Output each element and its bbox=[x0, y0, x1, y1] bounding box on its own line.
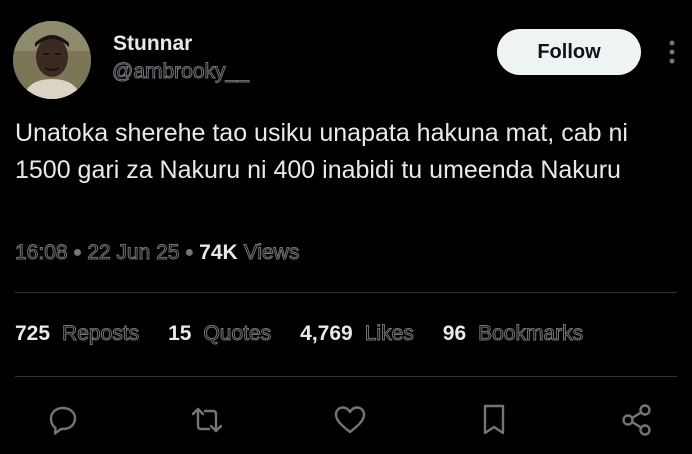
tweet-text: Unatoka sherehe tao usiku unapata hakuna… bbox=[15, 119, 628, 184]
repost-icon[interactable] bbox=[189, 402, 225, 438]
author-display-name[interactable]: Stunnar bbox=[113, 32, 192, 56]
more-options-icon[interactable] bbox=[662, 38, 682, 66]
views-label: Views bbox=[243, 241, 300, 265]
bookmarks-count: 96 bbox=[442, 322, 467, 345]
quotes-count: 15 bbox=[168, 322, 192, 345]
separator-dot: ● bbox=[72, 244, 83, 261]
likes-label: Likes bbox=[364, 322, 414, 346]
divider bbox=[15, 292, 677, 293]
share-icon[interactable] bbox=[619, 402, 655, 438]
author-handle[interactable]: @ambrooky__ bbox=[112, 60, 250, 84]
tweet-time[interactable]: 16:08 bbox=[15, 241, 69, 265]
quotes-stat[interactable]: 15 Quotes bbox=[168, 322, 272, 346]
separator-dot: ● bbox=[184, 244, 195, 261]
reposts-label: Reposts bbox=[62, 322, 140, 346]
avatar[interactable] bbox=[13, 21, 91, 99]
bookmarks-stat[interactable]: 96 Bookmarks bbox=[442, 322, 584, 346]
follow-button[interactable]: Follow bbox=[497, 29, 641, 75]
reposts-count: 725 bbox=[15, 322, 51, 345]
avatar-image bbox=[13, 21, 91, 99]
reply-icon[interactable] bbox=[45, 402, 81, 438]
reposts-stat[interactable]: 725 Reposts bbox=[15, 322, 140, 346]
divider bbox=[15, 376, 677, 377]
quotes-label: Quotes bbox=[203, 322, 272, 346]
views-count: 74K bbox=[199, 241, 238, 264]
engagement-stats: 725 Reposts 15 Quotes 4,769 Likes 96 Boo… bbox=[15, 318, 612, 350]
likes-stat[interactable]: 4,769 Likes bbox=[300, 322, 414, 346]
bookmark-icon[interactable] bbox=[476, 402, 512, 438]
bookmarks-label: Bookmarks bbox=[478, 322, 584, 346]
likes-count: 4,769 bbox=[300, 322, 353, 345]
tweet-date[interactable]: 22 Jun 25 bbox=[87, 241, 180, 265]
tweet-meta: 16:08 ● 22 Jun 25 ● 74K Views bbox=[15, 238, 300, 268]
like-icon[interactable] bbox=[332, 402, 368, 438]
